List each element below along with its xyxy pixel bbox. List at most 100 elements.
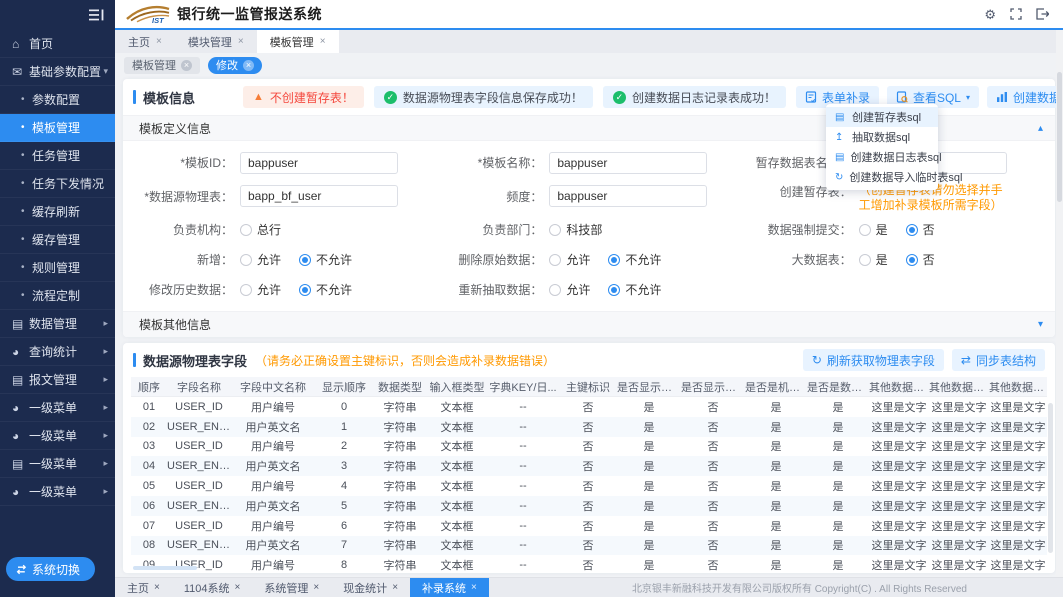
sidebar-item[interactable]: • 规则管理 — [0, 254, 115, 282]
system-tab[interactable]: 1104系统 × — [172, 578, 253, 597]
collapse-up-icon[interactable]: ▴ — [1038, 123, 1043, 134]
table-row[interactable]: 05 USER_ID 用户编号 4 字符串 文本框 -- 否 是 否 是 — [131, 476, 1047, 496]
table-cell: 04 — [131, 460, 167, 472]
close-icon[interactable]: × — [181, 60, 192, 71]
sidebar-item[interactable]: ✉ 基础参数配置 ▾ — [0, 58, 115, 86]
sync-structure-button[interactable]: ⇄ 同步表结构 — [952, 349, 1045, 371]
table-header-cell: 数据类型 — [373, 379, 427, 395]
sidebar-item[interactable]: ▤ 报文管理 ▸ — [0, 366, 115, 394]
sidebar-item[interactable]: • 参数配置 — [0, 86, 115, 114]
table-vertical-scrollbar-thumb[interactable] — [1048, 403, 1053, 553]
workspace-tab[interactable]: 主页 × — [115, 30, 175, 53]
sql-menu-item[interactable]: ▤ 创建数据日志表sql — [826, 147, 938, 167]
close-icon[interactable]: × — [154, 582, 160, 593]
close-icon[interactable]: × — [156, 36, 162, 47]
system-tabs: 主页 × 1104系统 × 系统管理 × 现金统计 — [115, 578, 489, 597]
sidebar-item[interactable]: • 任务下发情况 — [0, 170, 115, 198]
page-scrollbar-thumb[interactable] — [1057, 72, 1062, 202]
close-icon[interactable]: × — [471, 582, 477, 593]
refresh-fields-button[interactable]: ↻ 刷新获取物理表字段 — [803, 349, 944, 371]
force-submit-yes-radio[interactable]: 是 — [859, 221, 888, 238]
table-row[interactable]: 07 USER_ID 用户编号 6 字符串 文本框 -- 否 是 否 是 — [131, 516, 1047, 536]
workspace-tab[interactable]: 模块管理 × — [175, 30, 257, 53]
breadcrumb-chip[interactable]: 模板管理 × — [124, 57, 200, 74]
table-cell: 这里是文字 — [869, 537, 929, 553]
big-table-no-radio[interactable]: 否 — [906, 251, 935, 268]
sidebar-item[interactable]: ▤ 数据管理 ▸ — [0, 310, 115, 338]
template-id-input[interactable] — [240, 152, 398, 174]
sidebar-item[interactable]: • 缓存管理 — [0, 226, 115, 254]
sidebar-item[interactable]: ◕ 查询统计 ▸ — [0, 338, 115, 366]
table-row[interactable]: 09 USER_ID 用户编号 8 字符串 文本框 -- 否 是 否 是 — [131, 555, 1047, 573]
logout-icon[interactable] — [1036, 8, 1049, 20]
add-allow-radio[interactable]: 允许 — [240, 251, 281, 268]
del-origin-not-allow-radio[interactable]: 不允许 — [608, 251, 661, 268]
menu-icon: ◕ — [12, 429, 29, 443]
del-origin-allow-radio[interactable]: 允许 — [549, 251, 590, 268]
status-icon: ✓ — [613, 91, 626, 104]
menu-icon: • — [21, 94, 32, 105]
source-table-input[interactable] — [240, 185, 398, 207]
re-extract-allow-radio[interactable]: 允许 — [549, 281, 590, 298]
table-row[interactable]: 04 USER_ENAME 用户英文名 3 字符串 文本框 -- 否 是 否 是 — [131, 456, 1047, 476]
fullscreen-icon[interactable] — [1010, 8, 1022, 20]
close-icon[interactable]: × — [392, 582, 398, 593]
frequency-input[interactable] — [549, 185, 707, 207]
big-table-yes-radio[interactable]: 是 — [859, 251, 888, 268]
table-row[interactable]: 02 USER_ENAME 用户英文名 1 字符串 文本框 -- 否 是 否 是 — [131, 417, 1047, 437]
force-submit-no-radio[interactable]: 否 — [906, 221, 935, 238]
field-label: *数据源物理表： — [123, 188, 233, 205]
re-extract-not-allow-radio[interactable]: 不允许 — [608, 281, 661, 298]
sidebar-item[interactable]: • 缓存刷新 — [0, 198, 115, 226]
menu-icon: ▤ — [12, 457, 29, 471]
system-switch-button[interactable]: 系统切换 — [6, 557, 95, 581]
view-sql-dropdown: ▤ 创建暂存表sql ↥ 抽取数据sql ▤ 创建数据日志表sql ↻ 创建数据… — [826, 104, 938, 190]
table-cell: 用户编号 — [231, 478, 315, 494]
horizontal-scrollbar-thumb[interactable] — [133, 566, 197, 570]
gear-icon[interactable]: ⚙ — [984, 8, 996, 21]
field-label: 删除原始数据： — [432, 251, 542, 268]
dept-radio[interactable]: 科技部 — [549, 221, 602, 238]
system-tab[interactable]: 主页 × — [115, 578, 172, 597]
create-db-table-button[interactable]: 创建数据库表 ▾ — [987, 86, 1063, 108]
close-icon[interactable]: × — [320, 36, 326, 47]
close-icon[interactable]: × — [313, 582, 319, 593]
collapse-menu-icon[interactable] — [89, 9, 104, 21]
table-row[interactable]: 01 USER_ID 用户编号 0 字符串 文本框 -- 否 是 否 是 — [131, 397, 1047, 417]
chevron-icon: ▸ — [103, 458, 108, 469]
system-tab[interactable]: 系统管理 × — [252, 578, 331, 597]
close-icon[interactable]: × — [243, 60, 254, 71]
modify-history-allow-radio[interactable]: 允许 — [240, 281, 281, 298]
breadcrumb-chip[interactable]: 修改 × — [208, 57, 262, 74]
menu-icon: ◕ — [12, 345, 29, 359]
sql-menu-item[interactable]: ↻ 创建数据导入临时表sql — [826, 167, 938, 187]
field-label: *模板名称： — [432, 154, 542, 171]
workspace-tab[interactable]: 模板管理 × — [257, 30, 339, 53]
template-name-input[interactable] — [549, 152, 707, 174]
sidebar-item[interactable]: • 任务管理 — [0, 142, 115, 170]
sql-menu-item[interactable]: ▤ 创建暂存表sql — [826, 107, 938, 127]
collapse-down-icon[interactable]: ▾ — [1038, 319, 1043, 330]
sidebar-item[interactable]: • 模板管理 — [0, 114, 115, 142]
table-cell: 这里是文字 — [989, 478, 1047, 494]
add-not-allow-radio[interactable]: 不允许 — [299, 251, 352, 268]
modify-history-not-allow-radio[interactable]: 不允许 — [299, 281, 352, 298]
close-icon[interactable]: × — [235, 582, 241, 593]
table-cell: USER_ID — [167, 520, 231, 532]
org-radio[interactable]: 总行 — [240, 221, 281, 238]
table-cell: 这里是文字 — [989, 419, 1047, 435]
sidebar-item[interactable]: ◕ 一级菜单 ▸ — [0, 478, 115, 506]
table-row[interactable]: 06 USER_ENAME 用户英文名 5 字符串 文本框 -- 否 是 否 是 — [131, 496, 1047, 516]
sidebar-item[interactable]: ⌂ 首页 — [0, 30, 115, 58]
table-row[interactable]: 03 USER_ID 用户编号 2 字符串 文本框 -- 否 是 否 是 — [131, 437, 1047, 457]
sql-menu-item[interactable]: ↥ 抽取数据sql — [826, 127, 938, 147]
close-icon[interactable]: × — [238, 36, 244, 47]
sidebar-item[interactable]: ◕ 一级菜单 ▸ — [0, 422, 115, 450]
field-label: 重新抽取数据： — [432, 281, 542, 298]
system-tab[interactable]: 现金统计 × — [331, 578, 410, 597]
table-row[interactable]: 08 USER_ENAME 用户英文名 7 字符串 文本框 -- 否 是 否 是 — [131, 536, 1047, 556]
sidebar-item[interactable]: ◕ 一级菜单 ▸ — [0, 394, 115, 422]
sidebar-item[interactable]: • 流程定制 — [0, 282, 115, 310]
system-tab[interactable]: 补录系统 × — [410, 578, 489, 597]
sidebar-item[interactable]: ▤ 一级菜单 ▸ — [0, 450, 115, 478]
